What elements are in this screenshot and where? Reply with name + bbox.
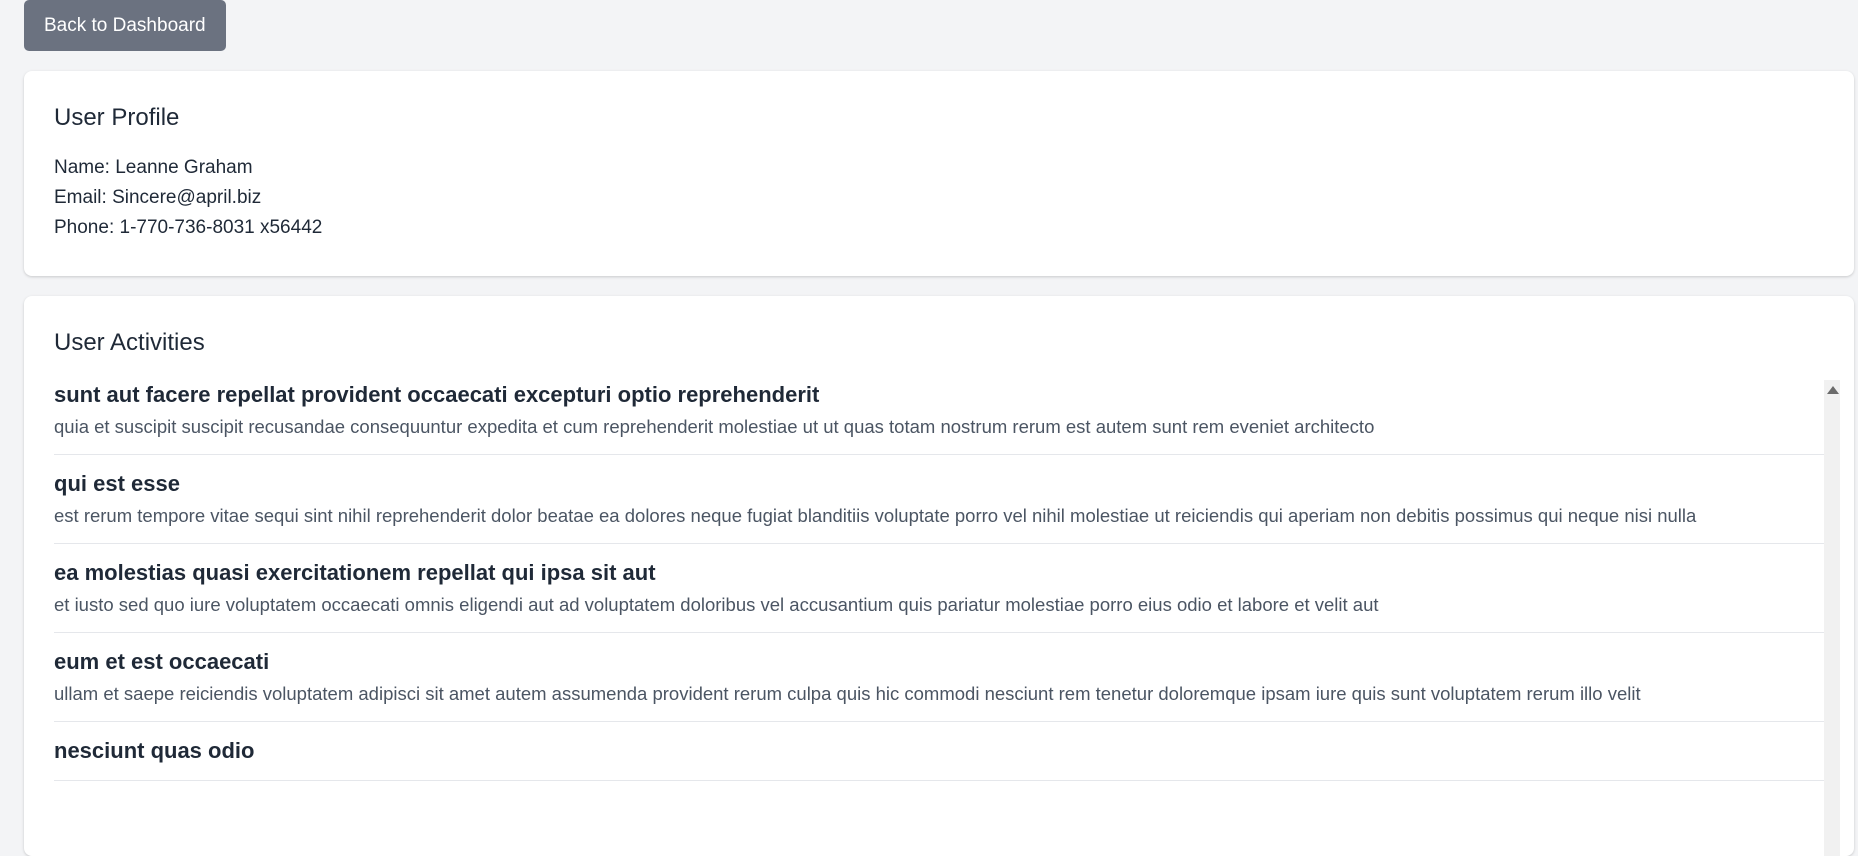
user-profile-card: User Profile Name: Leanne Graham Email: … [24,71,1854,276]
profile-email: Email: Sincere@april.biz [54,187,262,208]
activity-title: eum et est occaecati [54,649,270,674]
profile-name: Name: Leanne Graham [54,157,253,178]
activity-item: qui est esse est rerum tempore vitae seq… [54,469,1829,544]
user-activities-card: User Activities sunt aut facere repellat… [24,296,1854,856]
activities-list[interactable]: sunt aut facere repellat provident occae… [54,380,1829,856]
activity-body: ullam et saepe reiciendis voluptatem adi… [54,683,1641,704]
activity-item: nesciunt quas odio [54,736,1829,781]
activity-title: sunt aut facere repellat provident occae… [54,382,820,407]
user-profile-title: User Profile [54,104,180,131]
activity-item: ea molestias quasi exercitationem repell… [54,558,1829,633]
activity-body: est rerum tempore vitae sequi sint nihil… [54,505,1697,526]
back-to-dashboard-button[interactable]: Back to Dashboard [24,0,226,51]
scroll-up-arrow-icon[interactable] [1827,386,1839,394]
activity-item: sunt aut facere repellat provident occae… [54,380,1829,455]
activities-scrollbar[interactable] [1824,380,1840,856]
profile-details: Name: Leanne Graham Email: Sincere@april… [54,153,1824,243]
activity-item: eum et est occaecati ullam et saepe reic… [54,647,1829,722]
user-activities-title: User Activities [54,329,205,356]
activity-body: et iusto sed quo iure voluptatem occaeca… [54,594,1379,615]
activity-body: quia et suscipit suscipit recusandae con… [54,416,1375,437]
activity-title: nesciunt quas odio [54,738,255,763]
activity-title: ea molestias quasi exercitationem repell… [54,560,656,585]
profile-phone: Phone: 1-770-736-8031 x56442 [54,217,323,238]
activity-title: qui est esse [54,471,180,496]
